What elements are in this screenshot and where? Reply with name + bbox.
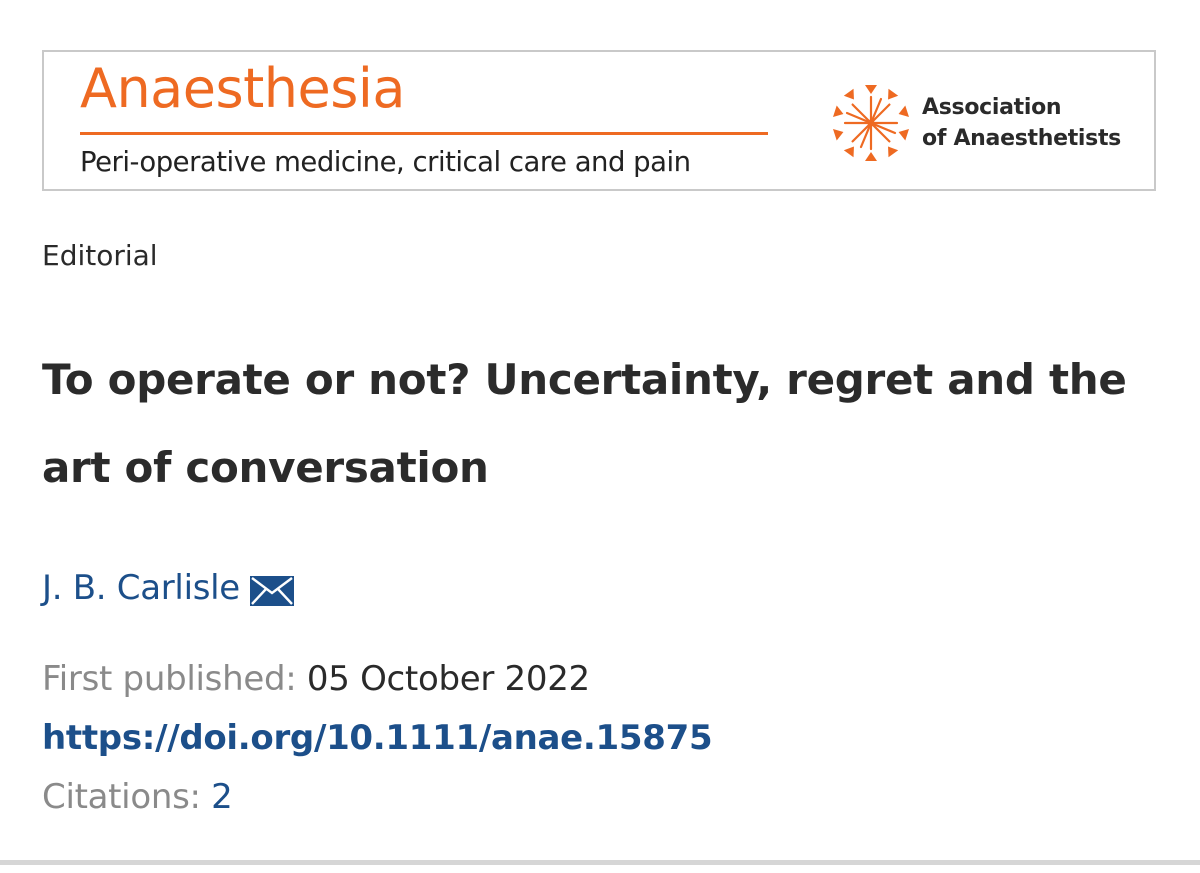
article-title: To operate or not? Uncertainty, regret a… [42,355,1127,492]
citations: Citations: 2 [42,777,233,817]
first-published-label: First published: [42,659,297,699]
association-name-line1: Association [922,95,1062,120]
citations-count-link[interactable]: 2 [211,777,233,817]
first-published-date: 05 October 2022 [306,659,590,699]
journal-banner: Anaesthesia Peri-operative medicine, cri… [42,50,1156,191]
article-type: Editorial [42,239,158,272]
article-page: Anaesthesia Peri-operative medicine, cri… [0,0,1200,873]
journal-name: Anaesthesia [80,57,405,120]
association-name-line2: of Anaesthetists [922,126,1121,151]
journal-rule [80,132,768,135]
bottom-divider [0,860,1200,865]
association-name: Association of Anaesthetists [922,92,1121,154]
association-starburst-icon [833,85,909,161]
citations-label: Citations: [42,777,201,817]
doi-link[interactable]: https://doi.org/10.1111/anae.15875 [42,718,713,758]
journal-tagline: Peri-operative medicine, critical care a… [80,146,691,178]
mail-icon[interactable] [249,576,294,606]
author-link[interactable]: J. B. Carlisle [42,568,240,608]
author-row: J. B. Carlisle [42,568,294,608]
first-published: First published: 05 October 2022 [42,659,590,699]
